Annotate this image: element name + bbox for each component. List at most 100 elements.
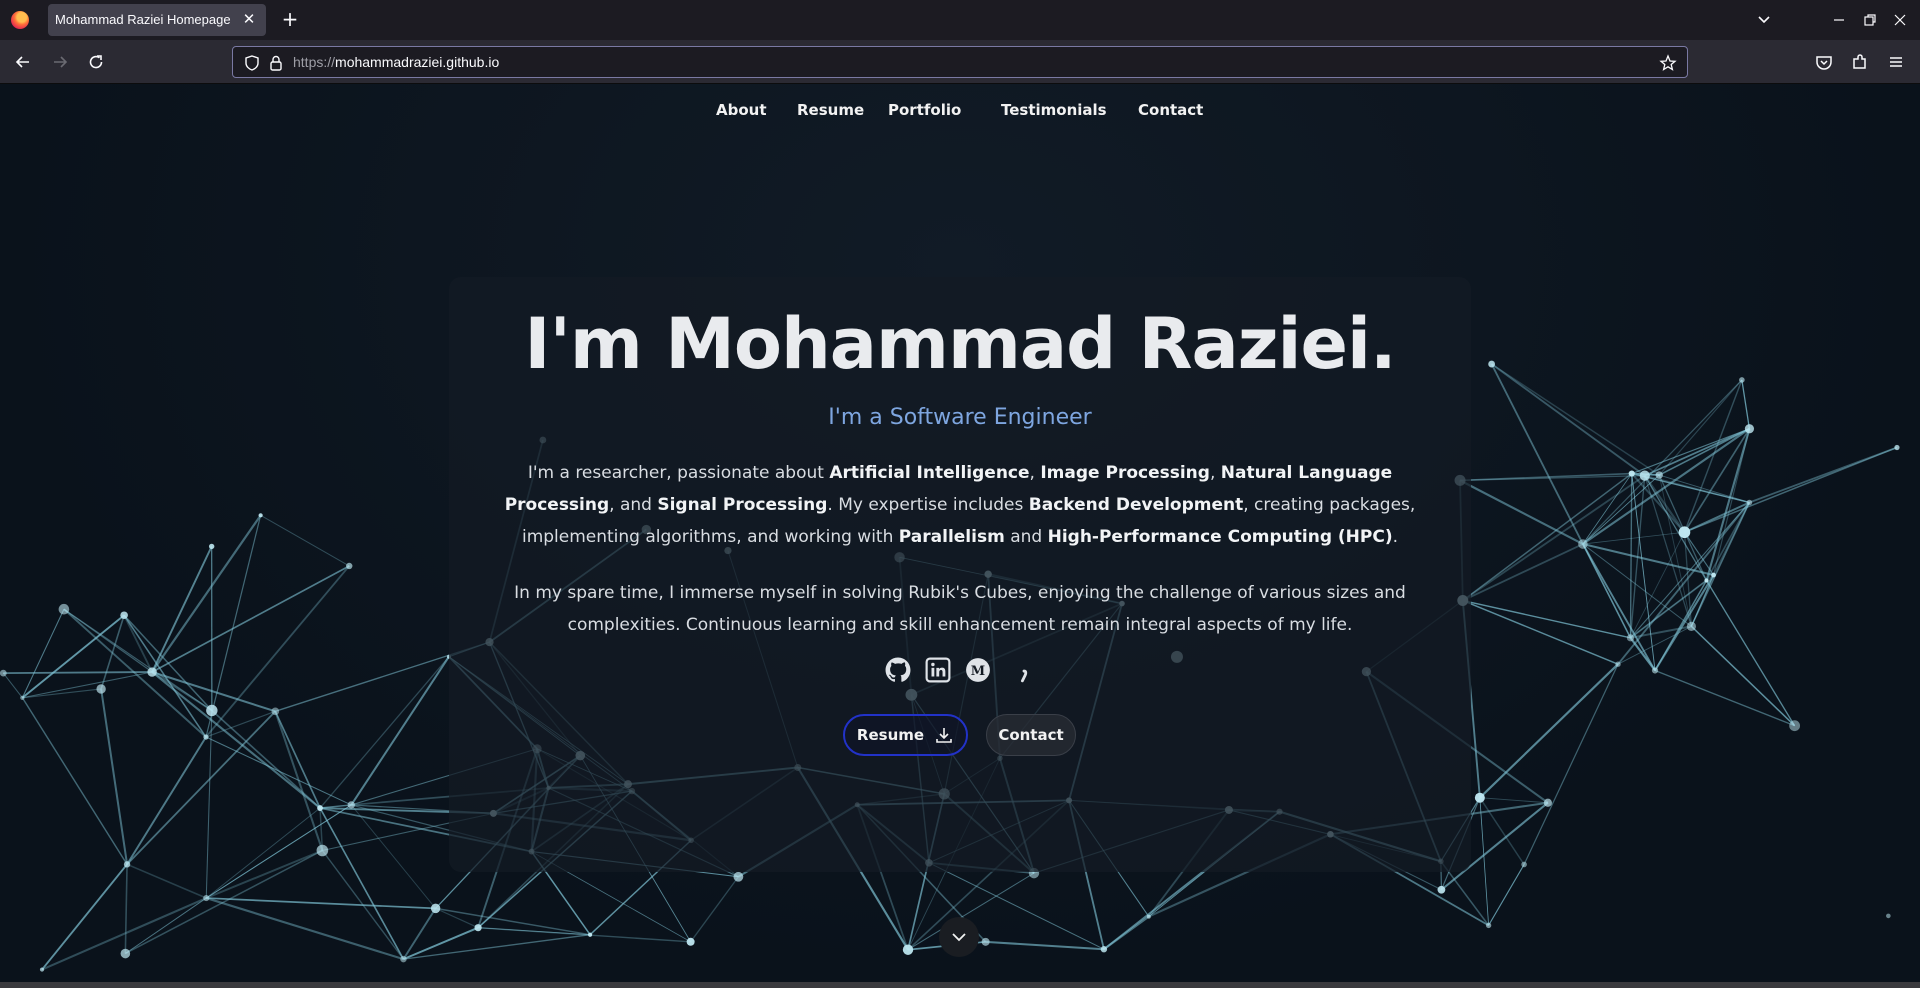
network-line [63, 608, 153, 673]
bottom-strip [0, 982, 1920, 988]
nav-about[interactable]: About [716, 101, 767, 119]
network-line [126, 710, 276, 865]
new-tab-icon[interactable]: + [280, 9, 300, 29]
contact-button-label: Contact [998, 726, 1064, 744]
medium-icon[interactable]: M [965, 657, 991, 683]
nav-testimonials[interactable]: Testimonials [1001, 101, 1107, 119]
network-line [1462, 472, 1633, 602]
network-node [1543, 798, 1553, 807]
network-node [0, 669, 7, 677]
scroll-down-button[interactable] [939, 917, 979, 957]
network-line [126, 736, 207, 865]
intro-text: I'm a researcher, passionate about [527, 463, 830, 483]
network-line [1462, 599, 1631, 639]
reload-icon[interactable] [86, 52, 106, 72]
lock-icon[interactable] [267, 54, 285, 72]
nav-contact[interactable]: Contact [1138, 101, 1203, 119]
network-line [206, 897, 436, 910]
tab-title: Mohammad Raziei Homepage [55, 12, 231, 27]
network-node [1651, 667, 1659, 674]
nav-resume[interactable]: Resume [797, 101, 864, 119]
hero-card: I'm Mohammad Raziei. I'm a Software Engi… [449, 277, 1471, 872]
highlight-term: Parallelism [898, 527, 1005, 547]
network-node [1639, 470, 1650, 481]
intro-text: . [1392, 527, 1399, 547]
highlight-term: Image Processing [1040, 463, 1210, 483]
intro-text: , [1209, 463, 1221, 483]
network-node [20, 695, 25, 700]
resume-button[interactable]: Resume [843, 714, 968, 756]
firefox-logo-icon[interactable] [11, 11, 29, 29]
network-node [206, 704, 218, 717]
network-node [1739, 377, 1745, 383]
url-text: https://mohammadraziei.github.io [293, 54, 500, 70]
back-icon[interactable] [13, 52, 33, 72]
network-node [123, 861, 131, 868]
network-line [1479, 797, 1490, 926]
github-icon[interactable] [885, 657, 911, 683]
network-node [1789, 720, 1801, 732]
network-node [1626, 634, 1635, 642]
network-node [1746, 499, 1753, 506]
network-node [271, 707, 280, 716]
network-line [1491, 363, 1660, 476]
network-line [21, 614, 125, 699]
tracking-shield-icon[interactable] [243, 54, 261, 72]
extensions-icon[interactable] [1850, 52, 1870, 72]
network-line [1462, 543, 1584, 602]
linkedin-icon[interactable] [925, 657, 951, 683]
highlight-term: Artificial Intelligence [829, 463, 1030, 483]
contact-button[interactable]: Contact [986, 714, 1076, 756]
network-line [1631, 472, 1686, 533]
network-line [1523, 663, 1619, 865]
hero-subtitle: I'm a Software Engineer [828, 405, 1092, 430]
network-node [902, 944, 914, 955]
resume-button-label: Resume [856, 726, 925, 744]
network-line [1582, 473, 1633, 545]
network-line [3, 671, 153, 674]
network-line [151, 545, 213, 673]
forward-icon[interactable] [50, 52, 70, 72]
comma-icon[interactable] [1011, 657, 1037, 683]
network-node [1146, 914, 1151, 919]
network-line [41, 897, 207, 971]
network-node [1655, 471, 1663, 479]
active-tab[interactable]: Mohammad Raziei Homepage ✕ [48, 4, 266, 36]
hero-intro-paragraph: I'm a researcher, passionate about Artif… [477, 457, 1443, 553]
nav-portfolio[interactable]: Portfolio [888, 101, 961, 119]
url-bar[interactable]: https://mohammadraziei.github.io [232, 46, 1688, 78]
intro-text: . My expertise includes [827, 495, 1029, 515]
network-node [1886, 913, 1891, 919]
restore-icon[interactable] [1860, 10, 1880, 30]
page-viewport: About Resume Portfolio Testimonials Cont… [0, 84, 1920, 982]
network-line [125, 897, 207, 954]
network-line [478, 926, 691, 943]
network-node [1474, 792, 1485, 803]
list-tabs-chevron-icon[interactable] [1756, 12, 1772, 28]
tab-bar: Mohammad Raziei Homepage ✕ + [0, 0, 1920, 40]
network-line [123, 614, 153, 673]
network-line [985, 940, 1104, 951]
network-line [21, 697, 128, 865]
network-line [260, 514, 350, 567]
minimize-icon[interactable] [1829, 10, 1849, 30]
network-line [350, 656, 450, 806]
network-line [1491, 363, 1646, 477]
network-line [1617, 625, 1692, 665]
network-line [151, 514, 262, 673]
highlight-term: Signal Processing [657, 495, 828, 515]
bookmark-star-icon[interactable] [1659, 54, 1677, 72]
network-line [1644, 427, 1750, 477]
network-node [1100, 946, 1108, 953]
network-line [350, 804, 436, 909]
network-line [205, 807, 321, 899]
pocket-icon[interactable] [1814, 52, 1834, 72]
network-node [1615, 661, 1621, 667]
close-window-icon[interactable] [1890, 10, 1910, 30]
network-line [1741, 379, 1751, 429]
close-tab-icon[interactable]: ✕ [240, 10, 258, 28]
menu-icon[interactable] [1886, 52, 1906, 72]
network-node [981, 937, 990, 946]
highlight-term: Backend Development [1028, 495, 1244, 515]
network-line [1654, 574, 1715, 672]
